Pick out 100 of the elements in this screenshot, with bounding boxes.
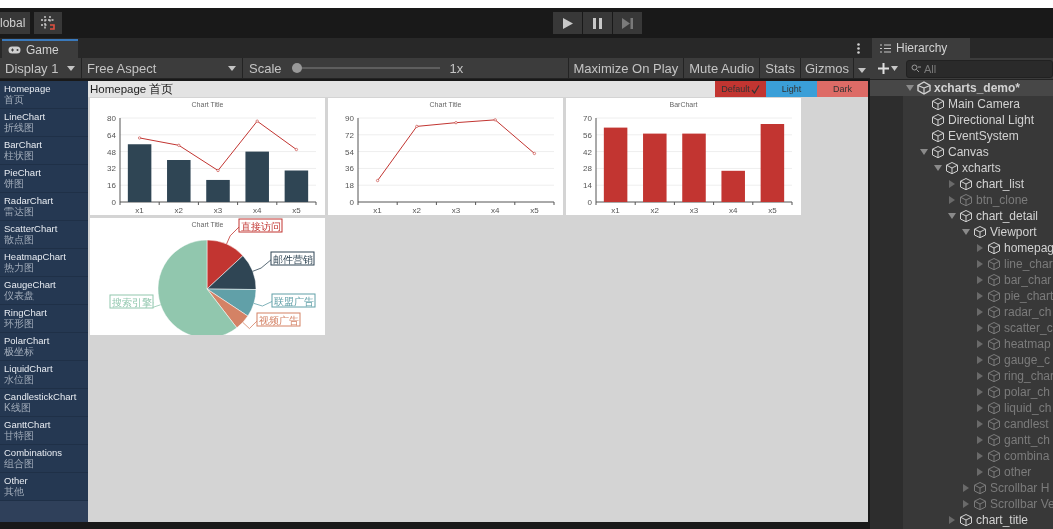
caret-down-icon[interactable] [906,84,914,92]
cube-icon [973,481,987,495]
search-icon [911,64,921,73]
cube-icon [931,145,945,159]
sidebar-item[interactable]: RadarChart 雷达图 [0,193,88,221]
caret-right-icon[interactable] [948,180,956,188]
bar [206,179,230,202]
axis-label: 16 [107,181,116,191]
slice-label: 搜索引擎 [109,294,154,309]
sidebar-item[interactable]: RingChart 环形图 [0,305,88,333]
more-icon[interactable] [857,42,860,54]
cube-icon [931,97,945,111]
caret-down-icon[interactable] [934,164,942,172]
item-subtitle: 雷达图 [4,206,35,218]
tree-item[interactable]: Viewport [870,224,1053,240]
axis-label: x4 [252,206,262,215]
caret-down-icon[interactable] [962,228,970,236]
item-title: PieChart [4,167,42,178]
slice-label: 视频广告 [256,312,301,327]
item-title: LiquidChart [4,363,54,374]
sidebar-item[interactable]: BarChart 柱状图 [0,137,88,165]
sidebar-item[interactable]: PolarChart 极坐标 [0,333,88,361]
axis-label: x4 [490,206,500,215]
axis-label: x5 [530,206,539,215]
caret-right-icon[interactable] [976,244,984,252]
cube-icon [987,401,1001,415]
item-title: Other [4,475,29,486]
tree-item[interactable]: chart_title [870,512,1053,528]
tree-item[interactable]: chart_detail [870,208,1053,224]
game-tab[interactable]: Game [2,39,78,58]
item-title: GaugeChart [4,279,57,290]
sidebar-item[interactable]: GaugeChart 仪表盘 [0,277,88,305]
item-title: GanttChart [4,419,52,430]
sidebar-item[interactable]: Other 其他 [0,473,88,501]
axis-label: x2 [650,206,660,215]
item-subtitle: 仪表盘 [4,290,34,302]
tree-item[interactable]: xcharts [870,160,1053,176]
cube-icon [987,449,1001,463]
sidebar-item[interactable]: GanttChart 甘特图 [0,417,88,445]
tree-item[interactable]: Directional Light [870,112,1053,128]
pause-icon [593,17,602,29]
axis-label: 14 [583,181,592,191]
cube-icon [931,113,945,127]
tree-item[interactable]: homepag [870,240,1053,256]
sidebar-item[interactable]: LiquidChart 水位图 [0,361,88,389]
slice-label: 直接访问 [238,218,283,233]
page-title: Homepage 首页 [90,81,174,97]
theme-button[interactable]: Dark [817,81,868,97]
hierarchy-tab[interactable]: Hierarchy [872,38,970,58]
sidebar-item[interactable]: HeatmapChart 热力图 [0,249,88,277]
axis-label: x1 [611,206,620,215]
grid-icon [40,15,56,31]
scale-value: 1x [449,60,464,76]
sidebar-item[interactable]: LineChart 折线图 [0,109,88,137]
item-title: HeatmapChart [4,251,67,262]
bar [167,160,191,202]
axis-label: 42 [583,147,592,157]
tree-item[interactable]: EventSystem [870,128,1053,144]
tree-item[interactable]: Main Camera [870,96,1053,112]
axis-label: x4 [728,206,738,215]
sidebar-item[interactable]: Combinations 组合图 [0,445,88,473]
sidebar-item[interactable]: Homepage 首页 [0,81,88,109]
item-title: RingChart [4,307,48,318]
item-subtitle: K线图 [4,402,32,414]
cube-icon [987,241,1001,255]
axis-label: 70 [583,114,592,123]
item-title: PolarChart [4,335,51,346]
sidebar-item[interactable]: ScatterChart 散点图 [0,221,88,249]
sidebar-item[interactable]: CandlestickChart K线图 [0,389,88,417]
item-subtitle: 散点图 [4,234,35,246]
pause-button[interactable] [583,12,612,34]
bar [721,170,745,202]
slider-thumb[interactable] [291,63,302,73]
tree-item[interactable]: chart_list [870,176,1053,192]
caret-down-icon[interactable] [948,212,956,220]
cube-icon [987,257,1001,271]
bar [284,170,309,202]
item-subtitle: 柱状图 [4,150,35,162]
caret-down-icon[interactable] [920,148,928,156]
add-button[interactable] [876,60,900,77]
sidebar-item[interactable]: PieChart 饼图 [0,165,88,193]
theme-button[interactable]: Light [766,81,817,97]
cube-icon [987,417,1001,431]
cube-icon [931,129,945,143]
caret-right-icon[interactable] [948,516,956,524]
cube-icon [987,337,1001,351]
global-button[interactable]: lobal [0,12,30,34]
item-title: BarChart [4,139,43,150]
caret-down-icon [228,65,236,71]
cube-icon [987,289,1001,303]
tree-item[interactable]: xcharts_demo* [870,80,1053,96]
axis-label: x3 [689,206,699,215]
grid-snap-button[interactable] [34,12,62,34]
cube-icon [945,161,959,175]
tree-item[interactable]: Canvas [870,144,1053,160]
play-button[interactable] [553,12,582,34]
bar [245,151,269,202]
axis-label: x5 [292,206,301,215]
axis-label: x1 [373,206,382,215]
item-title: LineChart [4,111,47,122]
